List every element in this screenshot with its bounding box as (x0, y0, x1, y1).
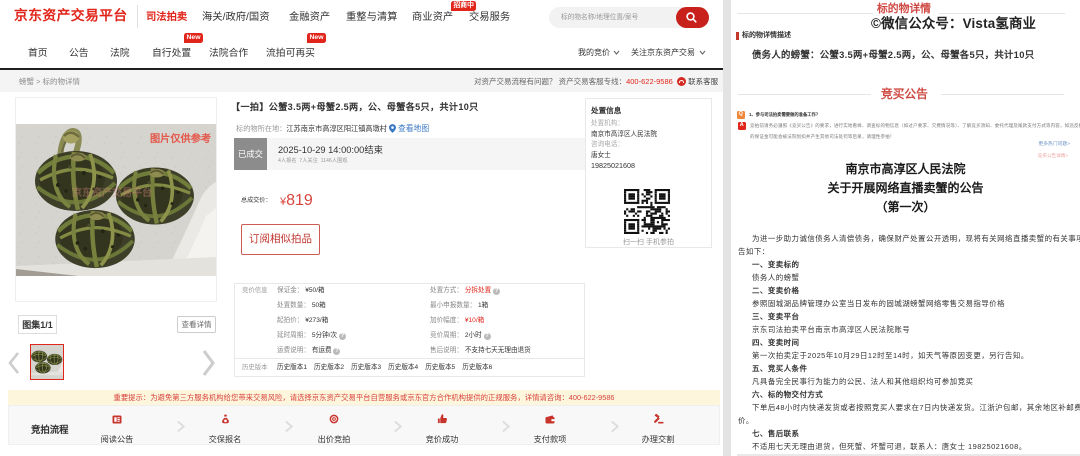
svg-text:京东资产交易平台: 京东资产交易平台 (72, 186, 152, 199)
